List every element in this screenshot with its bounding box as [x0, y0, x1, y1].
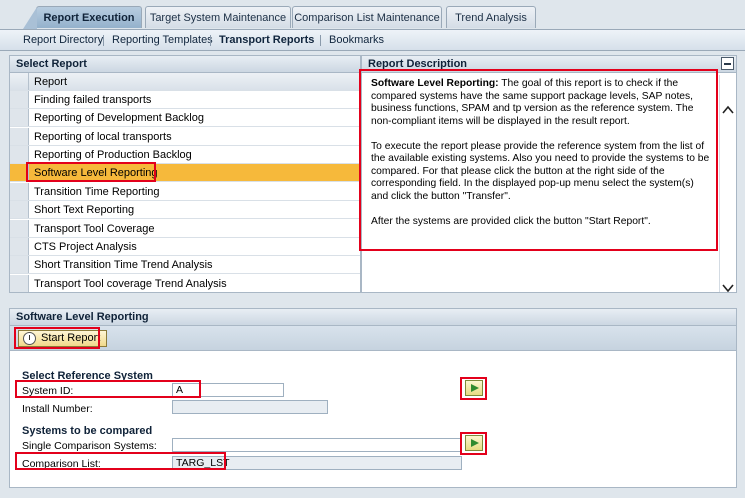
list-item[interactable]: Transition Time Reporting	[10, 183, 360, 201]
scroll-down-icon	[722, 284, 734, 293]
form-toolbar: Start Report	[10, 326, 736, 351]
software-level-reporting-panel: Software Level Reporting Start Report Se…	[9, 308, 737, 488]
select-report-panel: Select Report Report Finding failed tran…	[9, 55, 361, 293]
list-item[interactable]: Transport Tool Coverage	[10, 220, 360, 238]
comparison-list-label: Comparison List:	[22, 458, 101, 470]
row-selector[interactable]	[10, 164, 29, 181]
list-item-selected[interactable]: Software Level Reporting	[10, 164, 360, 182]
tab-target-system-maintenance[interactable]: Target System Maintenance	[145, 6, 291, 28]
row-selector[interactable]	[10, 256, 29, 273]
list-item[interactable]: Reporting of local transports	[10, 128, 360, 146]
select-comparison-systems-button[interactable]	[465, 435, 483, 451]
select-system-button[interactable]	[465, 380, 483, 396]
list-item[interactable]: Reporting of Development Backlog	[10, 109, 360, 127]
report-description-panel: Report Description Software Level Report…	[361, 55, 737, 293]
top-tab-bar: Report Execution Target System Maintenan…	[0, 0, 745, 30]
subnav-report-directory[interactable]: Report Directory	[23, 34, 103, 46]
list-item[interactable]: Short Text Reporting	[10, 201, 360, 219]
system-id-label: System ID:	[22, 385, 74, 397]
report-description-text: Software Level Reporting: The goal of th…	[371, 78, 710, 227]
row-selector[interactable]	[10, 220, 29, 237]
row-selector[interactable]	[10, 146, 29, 163]
select-report-title: Select Report	[10, 56, 360, 73]
row-selector[interactable]	[10, 238, 29, 255]
install-number-field	[172, 400, 328, 414]
report-description-title: Report Description	[362, 56, 736, 73]
clock-icon	[23, 332, 36, 345]
row-selector[interactable]	[10, 183, 29, 200]
tab-comparison-list-maintenance[interactable]: Comparison List Maintenance	[292, 6, 442, 28]
form-title: Software Level Reporting	[10, 309, 736, 326]
systems-to-be-compared-title: Systems to be compared	[22, 425, 153, 437]
row-selector[interactable]	[10, 128, 29, 145]
collapse-icon[interactable]	[721, 57, 734, 70]
subnav-bookmarks[interactable]: Bookmarks	[329, 34, 384, 46]
row-selector[interactable]	[10, 201, 29, 218]
tab-trend-analysis[interactable]: Trend Analysis	[446, 6, 536, 28]
sub-navigation: Report Directory Reporting Templates Tra…	[0, 29, 745, 51]
list-item[interactable]: Reporting of Production Backlog	[10, 146, 360, 164]
single-comparison-systems-label: Single Comparison Systems:	[22, 440, 157, 452]
row-selector[interactable]	[10, 91, 29, 108]
report-column-header: Report	[10, 73, 360, 91]
list-item[interactable]: Transport Tool coverage Trend Analysis	[10, 275, 360, 292]
subnav-reporting-templates[interactable]: Reporting Templates	[112, 34, 213, 46]
list-item[interactable]: CTS Project Analysis	[10, 238, 360, 256]
comparison-list-field[interactable]: TARG_LST	[172, 456, 462, 470]
scroll-up-icon	[722, 105, 734, 114]
list-item[interactable]: Finding failed transports	[10, 91, 360, 109]
install-number-label: Install Number:	[22, 403, 93, 415]
description-scrollbar[interactable]	[719, 75, 736, 293]
list-item[interactable]: Short Transition Time Trend Analysis	[10, 256, 360, 274]
subnav-transport-reports[interactable]: Transport Reports	[219, 34, 314, 46]
row-selector[interactable]	[10, 109, 29, 126]
start-report-button[interactable]: Start Report	[18, 330, 108, 347]
tab-report-execution[interactable]: Report Execution	[23, 6, 142, 29]
row-selector[interactable]	[10, 275, 29, 292]
single-comparison-systems-field[interactable]	[172, 438, 462, 452]
system-id-field[interactable]: A	[172, 383, 284, 397]
select-reference-system-title: Select Reference System	[22, 370, 153, 382]
